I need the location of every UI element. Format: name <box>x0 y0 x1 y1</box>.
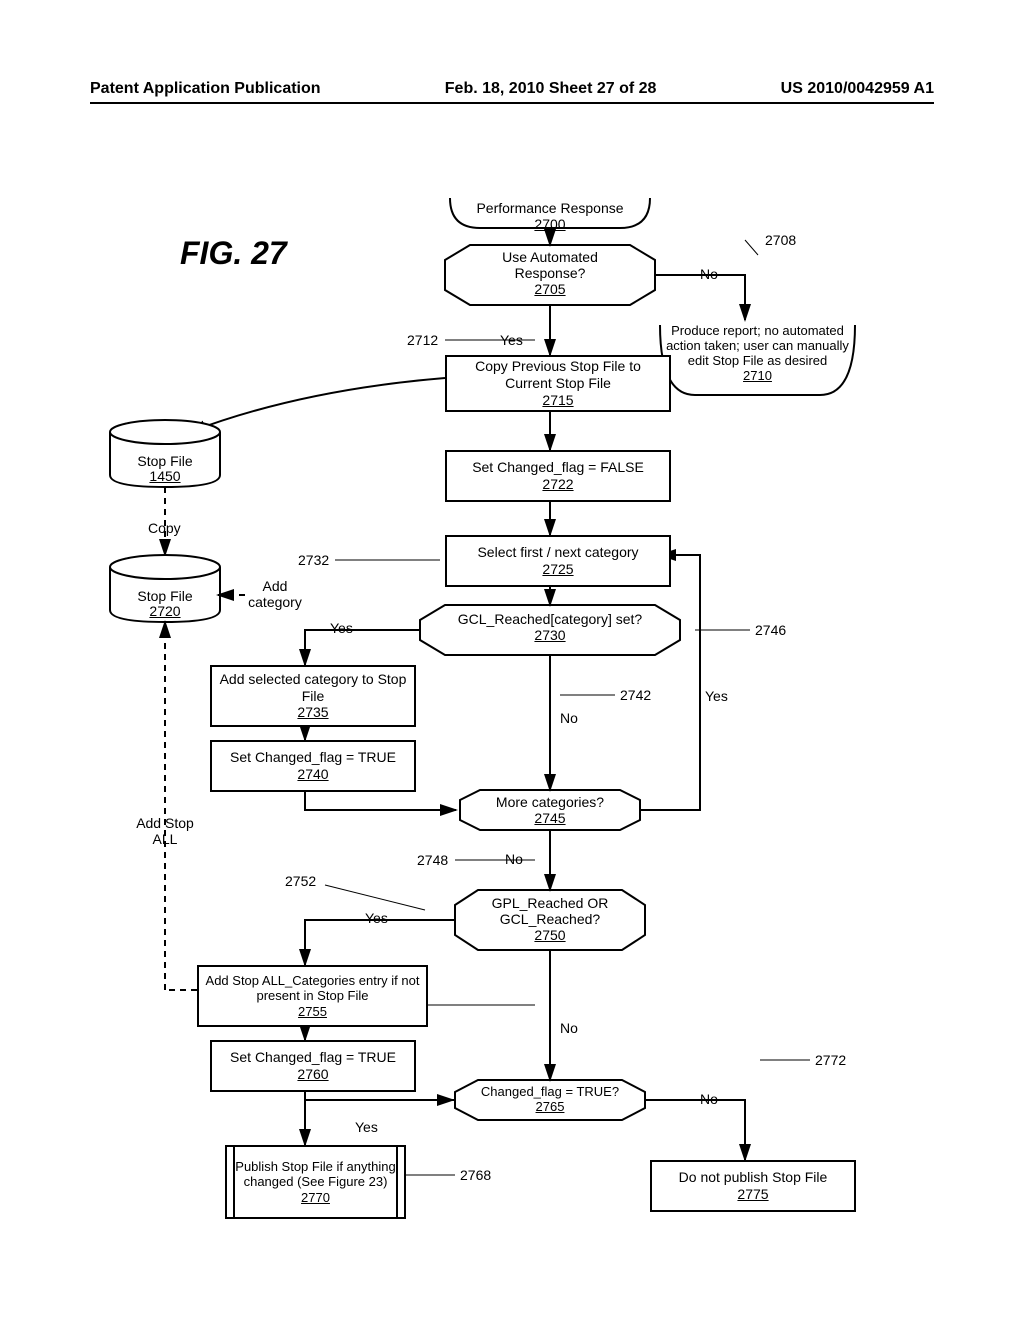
label-no-2765: No <box>700 1091 718 1107</box>
node-2760-ref: 2760 <box>297 1066 328 1083</box>
node-2725-text: Select first / next category <box>477 544 638 561</box>
node-2725-ref: 2725 <box>542 561 573 578</box>
db-1450-text: Stop File <box>137 453 192 469</box>
node-2755: Add Stop ALL_Categories entry if not pre… <box>197 965 428 1027</box>
node-2722-text: Set Changed_flag = FALSE <box>472 459 644 476</box>
db-2720-text: Stop File <box>137 588 192 604</box>
ref-2742: 2742 <box>620 687 651 703</box>
db-2720-ref: 2720 <box>149 603 180 619</box>
ref-2772: 2772 <box>815 1052 846 1068</box>
node-2715-ref: 2715 <box>542 392 573 409</box>
label-no-2730: No <box>560 710 578 726</box>
label-no-2705: No <box>700 266 718 282</box>
node-2760-text: Set Changed_flag = TRUE <box>230 1049 396 1066</box>
node-2735: Add selected category to Stop File 2735 <box>210 665 416 727</box>
ref-2768: 2768 <box>460 1167 491 1183</box>
node-2765-text: Changed_flag = TRUE? <box>481 1084 619 1099</box>
ref-2748: 2748 <box>417 852 448 868</box>
node-2775: Do not publish Stop File 2775 <box>650 1160 856 1212</box>
node-2740: Set Changed_flag = TRUE 2740 <box>210 740 416 792</box>
ref-2732: 2732 <box>298 552 329 568</box>
label-yes-2765: Yes <box>355 1119 378 1135</box>
db-1450: Stop File 1450 <box>110 432 220 463</box>
node-2750-text: GPL_Reached OR GCL_Reached? <box>492 895 609 927</box>
page: Patent Application Publication Feb. 18, … <box>0 0 1024 1320</box>
node-2710: Produce report; no automated action take… <box>665 323 850 383</box>
label-yes-2705: Yes <box>500 332 523 348</box>
node-2765-ref: 2765 <box>536 1099 565 1114</box>
node-2705-text: Use Automated Response? <box>502 249 598 281</box>
label-yes-2750: Yes <box>365 910 388 926</box>
node-2730: GCL_Reached[category] set? 2730 <box>445 611 655 643</box>
node-2775-text: Do not publish Stop File <box>679 1169 828 1186</box>
node-2715-text: Copy Previous Stop File to Current Stop … <box>453 358 663 392</box>
node-2740-ref: 2740 <box>297 766 328 783</box>
node-2700-text: Performance Response <box>476 200 623 216</box>
db-2720: Stop File 2720 <box>110 567 220 598</box>
ref-2712: 2712 <box>407 332 438 348</box>
node-2760: Set Changed_flag = TRUE 2760 <box>210 1040 416 1092</box>
ref-2746: 2746 <box>755 622 786 638</box>
flowchart-svg <box>0 0 1024 1320</box>
label-add-category: Add category <box>240 578 310 610</box>
node-2710-text: Produce report; no automated action take… <box>666 323 849 368</box>
label-yes-2745: Yes <box>705 688 728 704</box>
node-2705-ref: 2705 <box>534 281 565 297</box>
node-2730-ref: 2730 <box>534 627 565 643</box>
node-2775-ref: 2775 <box>737 1186 768 1203</box>
node-2770-ref: 2770 <box>301 1190 330 1206</box>
node-2700-ref: 2700 <box>534 216 565 232</box>
label-no-2750: No <box>560 1020 578 1036</box>
node-2710-ref: 2710 <box>743 368 772 383</box>
node-2745-text: More categories? <box>496 794 604 810</box>
node-2722: Set Changed_flag = FALSE 2722 <box>445 450 671 502</box>
node-2725: Select first / next category 2725 <box>445 535 671 587</box>
ref-2708: 2708 <box>765 232 796 248</box>
node-2715: Copy Previous Stop File to Current Stop … <box>445 355 671 412</box>
label-no-2745: No <box>505 851 523 867</box>
node-2730-text: GCL_Reached[category] set? <box>458 611 642 627</box>
node-2745: More categories? 2745 <box>475 794 625 826</box>
node-2770-text: Publish Stop File if anything changed (S… <box>233 1159 398 1190</box>
node-2740-text: Set Changed_flag = TRUE <box>230 749 396 766</box>
node-2755-ref: 2755 <box>298 1004 327 1020</box>
label-yes-2730: Yes <box>330 620 353 636</box>
node-2722-ref: 2722 <box>542 476 573 493</box>
ref-2752: 2752 <box>285 873 316 889</box>
node-2735-ref: 2735 <box>297 704 328 721</box>
node-2755-text: Add Stop ALL_Categories entry if not pre… <box>205 973 420 1004</box>
label-add-stop-all: Add Stop ALL <box>125 815 205 847</box>
label-copy: Copy <box>148 520 181 536</box>
node-2735-text: Add selected category to Stop File <box>218 671 408 705</box>
node-2745-ref: 2745 <box>534 810 565 826</box>
node-2750: GPL_Reached OR GCL_Reached? 2750 <box>470 895 630 943</box>
node-2765: Changed_flag = TRUE? 2765 <box>470 1084 630 1114</box>
db-1450-ref: 1450 <box>149 468 180 484</box>
node-2770: Publish Stop File if anything changed (S… <box>225 1145 406 1219</box>
node-2705: Use Automated Response? 2705 <box>470 249 630 297</box>
node-2700: Performance Response 2700 <box>460 200 640 232</box>
node-2750-ref: 2750 <box>534 927 565 943</box>
